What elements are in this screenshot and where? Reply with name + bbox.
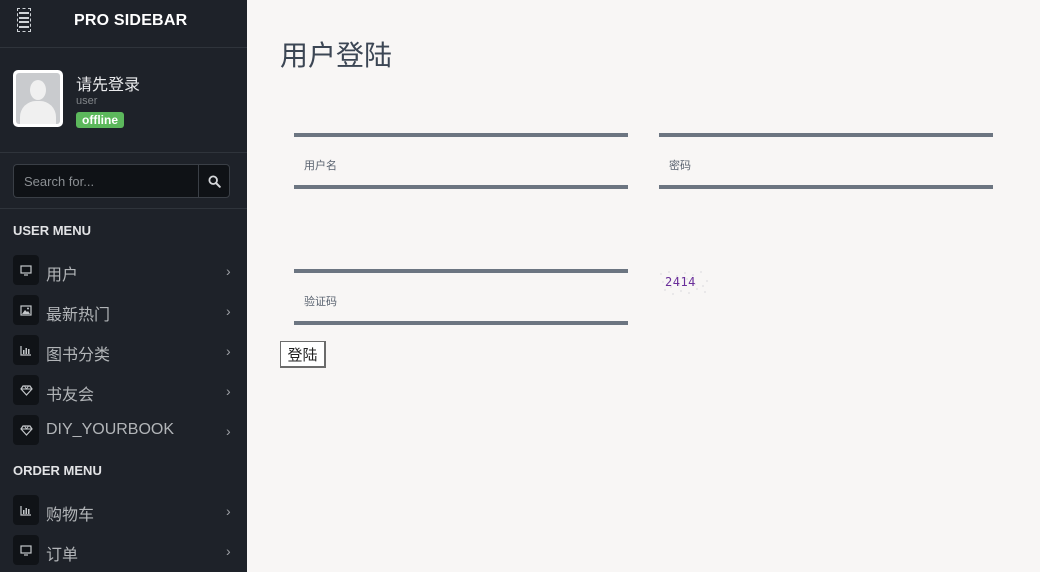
chevron-right-icon: › bbox=[226, 503, 231, 519]
bar-chart-icon bbox=[13, 495, 39, 525]
order-menu-header: ORDER MENU bbox=[13, 463, 102, 478]
user-role: user bbox=[76, 95, 98, 107]
status-badge: offline bbox=[76, 112, 124, 128]
chevron-right-icon: › bbox=[226, 423, 231, 439]
chevron-right-icon: › bbox=[226, 383, 231, 399]
chevron-right-icon: › bbox=[226, 303, 231, 319]
username-label: 用户名 bbox=[304, 160, 337, 172]
username-input[interactable] bbox=[294, 137, 628, 185]
sidebar: PRO SIDEBAR 请先登录 user offline USER MENU … bbox=[0, 0, 247, 572]
captcha-text: 2414 bbox=[665, 275, 696, 289]
captcha-label: 验证码 bbox=[304, 296, 337, 308]
user-name[interactable]: 请先登录 bbox=[76, 71, 140, 95]
chevron-right-icon: › bbox=[226, 263, 231, 279]
diamond-icon bbox=[13, 415, 39, 445]
search-button[interactable] bbox=[198, 164, 230, 198]
menu-item-label: DIY_YOURBOOK bbox=[46, 421, 175, 438]
diamond-icon bbox=[13, 375, 39, 405]
menu-item-label: 订单 bbox=[46, 547, 79, 564]
menu-item-label: 图书分类 bbox=[46, 347, 111, 364]
page-title: 用户登陆 bbox=[280, 40, 393, 71]
monitor-icon bbox=[13, 255, 39, 285]
sidebar-toggle-icon[interactable] bbox=[17, 8, 31, 32]
password-input[interactable] bbox=[659, 137, 993, 185]
monitor-icon bbox=[13, 535, 39, 565]
search-input[interactable] bbox=[13, 164, 199, 198]
menu-item-club[interactable]: 书友会 › bbox=[0, 373, 247, 409]
password-label: 密码 bbox=[669, 160, 691, 172]
avatar bbox=[13, 70, 63, 127]
menu-item-cart[interactable]: 购物车 › bbox=[0, 493, 247, 529]
captcha-image[interactable]: 2414 bbox=[659, 270, 709, 296]
menu-item-orders[interactable]: 订单 › bbox=[0, 533, 247, 569]
menu-item-label: 购物车 bbox=[46, 507, 95, 524]
menu-item-label: 用户 bbox=[46, 267, 79, 284]
user-menu-header: USER MENU bbox=[13, 223, 92, 238]
image-icon bbox=[13, 295, 39, 325]
menu-item-hot[interactable]: 最新热门 › bbox=[0, 293, 247, 329]
menu-item-user[interactable]: 用户 › bbox=[0, 253, 247, 289]
user-silhouette-icon bbox=[16, 73, 60, 124]
menu-item-diy[interactable]: DIY_YOURBOOK › bbox=[0, 413, 247, 449]
chevron-right-icon: › bbox=[226, 343, 231, 359]
brand-title: PRO SIDEBAR bbox=[74, 12, 188, 29]
sidebar-search bbox=[0, 153, 247, 209]
login-button[interactable]: 登陆 bbox=[280, 341, 326, 368]
username-field[interactable]: 用户名 bbox=[294, 133, 628, 189]
bar-chart-icon bbox=[13, 335, 39, 365]
search-icon bbox=[207, 174, 221, 188]
captcha-field[interactable]: 验证码 bbox=[294, 269, 628, 325]
user-panel: 请先登录 user offline bbox=[0, 48, 247, 153]
menu-item-categories[interactable]: 图书分类 › bbox=[0, 333, 247, 369]
password-field[interactable]: 密码 bbox=[659, 133, 993, 189]
main-content: 用户登陆 用户名 密码 验证码 2414 登陆 bbox=[247, 0, 1040, 572]
menu-item-label: 最新热门 bbox=[46, 307, 111, 324]
sidebar-header: PRO SIDEBAR bbox=[0, 0, 247, 48]
menu-item-label: 书友会 bbox=[46, 387, 95, 404]
captcha-input[interactable] bbox=[294, 273, 628, 321]
chevron-right-icon: › bbox=[226, 543, 231, 559]
